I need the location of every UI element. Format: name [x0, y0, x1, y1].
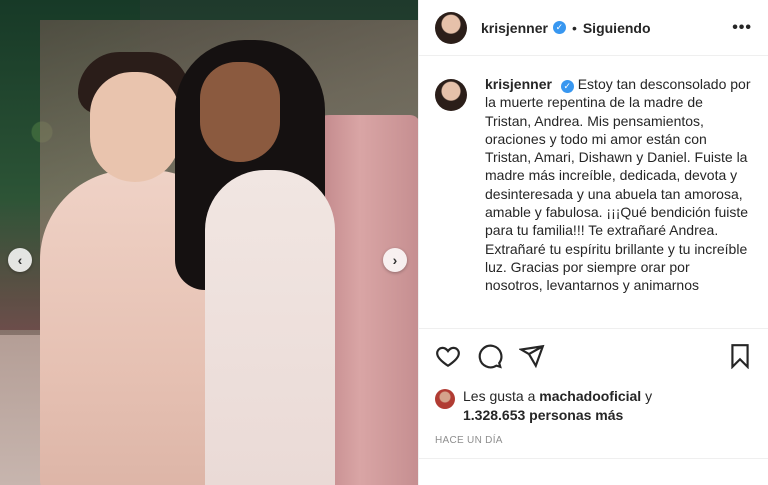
post-side-panel: krisjenner ✓ • Siguiendo ••• krisjenner … — [418, 0, 768, 485]
avatar[interactable] — [435, 11, 467, 44]
liker-username-link[interactable]: machadooficial — [539, 388, 641, 404]
chevron-right-icon: › — [392, 252, 398, 268]
verified-badge-icon: ✓ — [560, 79, 574, 93]
caption-area: krisjenner ✓ Estoy tan desconsolado por … — [419, 57, 768, 327]
likes-count-link[interactable]: 1.328.653 personas más — [463, 407, 623, 423]
person-left-face — [90, 72, 180, 182]
divider — [419, 458, 768, 459]
comment-icon[interactable] — [477, 343, 503, 369]
action-bar — [419, 328, 768, 383]
share-icon[interactable] — [519, 343, 545, 369]
liker-avatar[interactable] — [435, 389, 455, 409]
username-link[interactable]: krisjenner — [481, 20, 548, 36]
more-options-icon[interactable]: ••• — [732, 19, 752, 37]
post-header: krisjenner ✓ • Siguiendo ••• — [419, 0, 768, 56]
following-button[interactable]: Siguiendo — [583, 20, 651, 36]
caption-username-link[interactable]: krisjenner — [485, 76, 552, 92]
post-photo[interactable]: ‹ › — [0, 0, 418, 485]
caption: krisjenner ✓ Estoy tan desconsolado por … — [485, 75, 751, 327]
caption-avatar[interactable] — [435, 79, 467, 111]
likes-and: y — [645, 388, 653, 404]
chevron-left-icon: ‹ — [17, 252, 23, 268]
bookmark-icon[interactable] — [727, 343, 753, 369]
heart-icon[interactable] — [435, 343, 461, 369]
caption-text: Estoy tan desconsolado por la muerte rep… — [485, 76, 751, 294]
likes-summary: Les gusta a machadooficial y 1.328.653 p… — [435, 387, 755, 425]
separator-dot: • — [571, 19, 577, 36]
person-right-dress — [205, 170, 335, 485]
person-right-face — [200, 62, 280, 162]
verified-badge-icon: ✓ — [552, 21, 566, 34]
post-timestamp[interactable]: HACE UN DÍA — [435, 435, 503, 446]
likes-prefix: Les gusta a — [463, 388, 536, 404]
carousel-next-button[interactable]: › — [383, 248, 407, 272]
carousel-prev-button[interactable]: ‹ — [8, 248, 32, 272]
